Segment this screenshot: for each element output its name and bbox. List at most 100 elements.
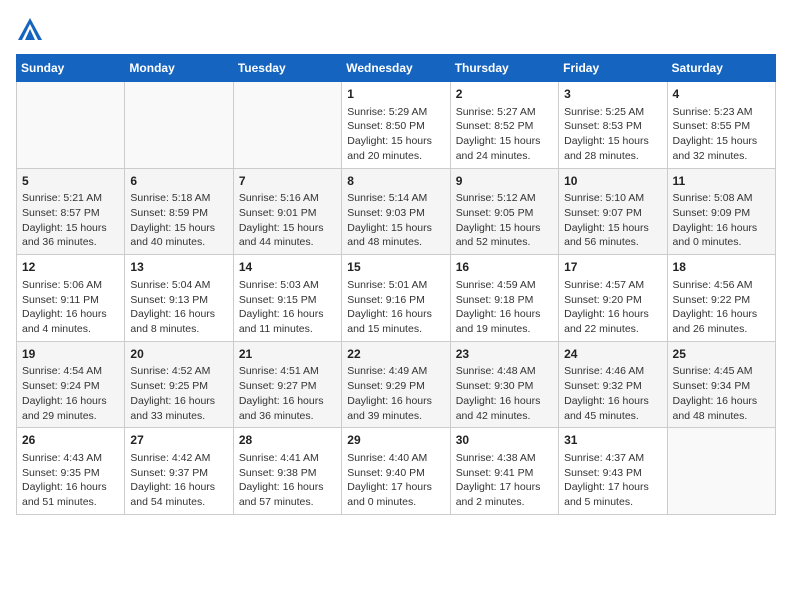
day-number: 24 — [564, 346, 661, 363]
calendar-cell: 28 Sunrise: 4:41 AM Sunset: 9:38 PM Dayli… — [233, 428, 341, 515]
day-number: 9 — [456, 173, 553, 190]
day-info: Sunrise: 4:59 AM Sunset: 9:18 PM Dayligh… — [456, 278, 553, 337]
calendar-cell: 11Sunrise: 5:08 AM Sunset: 9:09 PM Dayli… — [667, 168, 775, 255]
day-number: 3 — [564, 86, 661, 103]
calendar-cell: 16 Sunrise: 4:59 AM Sunset: 9:18 PM Dayli… — [450, 255, 558, 342]
day-info: Sunrise: 5:23 AM Sunset: 8:55 PM Dayligh… — [673, 105, 770, 164]
calendar-cell: 23Sunrise: 4:48 AM Sunset: 9:30 PM Dayli… — [450, 341, 558, 428]
calendar-cell: 24Sunrise: 4:46 AM Sunset: 9:32 PM Dayli… — [559, 341, 667, 428]
day-info: Sunrise: 4:37 AM Sunset: 9:43 PM Dayligh… — [564, 451, 661, 510]
day-number: 6 — [130, 173, 227, 190]
day-info: Sunrise: 4:45 AM Sunset: 9:34 PM Dayligh… — [673, 364, 770, 423]
day-header-thursday: Thursday — [450, 55, 558, 82]
day-info: Sunrise: 5:06 AM Sunset: 9:11 PM Dayligh… — [22, 278, 119, 337]
calendar-cell: 5Sunrise: 5:21 AM Sunset: 8:57 PM Daylig… — [17, 168, 125, 255]
day-number: 29 — [347, 432, 444, 449]
calendar-cell: 1Sunrise: 5:29 AM Sunset: 8:50 PM Daylig… — [342, 82, 450, 169]
calendar-week-row: 12 Sunrise: 5:06 AM Sunset: 9:11 PM Dayli… — [17, 255, 776, 342]
day-info: Sunrise: 5:16 AM Sunset: 9:01 PM Dayligh… — [239, 191, 336, 250]
day-number: 20 — [130, 346, 227, 363]
calendar-cell: 6Sunrise: 5:18 AM Sunset: 8:59 PM Daylig… — [125, 168, 233, 255]
day-info: Sunrise: 5:27 AM Sunset: 8:52 PM Dayligh… — [456, 105, 553, 164]
calendar-cell — [17, 82, 125, 169]
day-number: 22 — [347, 346, 444, 363]
day-number: 28 — [239, 432, 336, 449]
day-number: 21 — [239, 346, 336, 363]
calendar-cell: 2Sunrise: 5:27 AM Sunset: 8:52 PM Daylig… — [450, 82, 558, 169]
day-info: Sunrise: 5:12 AM Sunset: 9:05 PM Dayligh… — [456, 191, 553, 250]
day-info: Sunrise: 4:41 AM Sunset: 9:38 PM Dayligh… — [239, 451, 336, 510]
calendar-cell — [233, 82, 341, 169]
day-info: Sunrise: 4:38 AM Sunset: 9:41 PM Dayligh… — [456, 451, 553, 510]
calendar-cell: 17 Sunrise: 4:57 AM Sunset: 9:20 PM Dayli… — [559, 255, 667, 342]
calendar-cell: 26Sunrise: 4:43 AM Sunset: 9:35 PM Dayli… — [17, 428, 125, 515]
day-number: 8 — [347, 173, 444, 190]
day-number: 12 — [22, 259, 119, 276]
calendar-cell — [125, 82, 233, 169]
day-header-sunday: Sunday — [17, 55, 125, 82]
day-number: 19 — [22, 346, 119, 363]
day-info: Sunrise: 5:03 AM Sunset: 9:15 PM Dayligh… — [239, 278, 336, 337]
calendar-cell: 7Sunrise: 5:16 AM Sunset: 9:01 PM Daylig… — [233, 168, 341, 255]
day-number: 16 — [456, 259, 553, 276]
calendar-table: SundayMondayTuesdayWednesdayThursdayFrid… — [16, 54, 776, 515]
day-info: Sunrise: 4:57 AM Sunset: 9:20 PM Dayligh… — [564, 278, 661, 337]
day-header-tuesday: Tuesday — [233, 55, 341, 82]
day-info: Sunrise: 5:14 AM Sunset: 9:03 PM Dayligh… — [347, 191, 444, 250]
day-number: 11 — [673, 173, 770, 190]
day-number: 14 — [239, 259, 336, 276]
day-info: Sunrise: 5:08 AM Sunset: 9:09 PM Dayligh… — [673, 191, 770, 250]
day-number: 7 — [239, 173, 336, 190]
day-info: Sunrise: 5:01 AM Sunset: 9:16 PM Dayligh… — [347, 278, 444, 337]
day-header-friday: Friday — [559, 55, 667, 82]
day-number: 4 — [673, 86, 770, 103]
calendar-cell: 10Sunrise: 5:10 AM Sunset: 9:07 PM Dayli… — [559, 168, 667, 255]
day-number: 31 — [564, 432, 661, 449]
day-number: 25 — [673, 346, 770, 363]
calendar-cell: 21Sunrise: 4:51 AM Sunset: 9:27 PM Dayli… — [233, 341, 341, 428]
calendar-cell: 3 Sunrise: 5:25 AM Sunset: 8:53 PM Daylig… — [559, 82, 667, 169]
day-info: Sunrise: 4:46 AM Sunset: 9:32 PM Dayligh… — [564, 364, 661, 423]
calendar-cell: 8Sunrise: 5:14 AM Sunset: 9:03 PM Daylig… — [342, 168, 450, 255]
day-number: 5 — [22, 173, 119, 190]
day-info: Sunrise: 4:52 AM Sunset: 9:25 PM Dayligh… — [130, 364, 227, 423]
day-info: Sunrise: 4:40 AM Sunset: 9:40 PM Dayligh… — [347, 451, 444, 510]
calendar-cell: 31 Sunrise: 4:37 AM Sunset: 9:43 PM Dayli… — [559, 428, 667, 515]
day-info: Sunrise: 4:43 AM Sunset: 9:35 PM Dayligh… — [22, 451, 119, 510]
logo — [16, 16, 48, 44]
calendar-cell: 14 Sunrise: 5:03 AM Sunset: 9:15 PM Dayli… — [233, 255, 341, 342]
calendar-cell: 4 Sunrise: 5:23 AM Sunset: 8:55 PM Daylig… — [667, 82, 775, 169]
calendar-cell: 30Sunrise: 4:38 AM Sunset: 9:41 PM Dayli… — [450, 428, 558, 515]
day-info: Sunrise: 4:48 AM Sunset: 9:30 PM Dayligh… — [456, 364, 553, 423]
day-info: Sunrise: 4:51 AM Sunset: 9:27 PM Dayligh… — [239, 364, 336, 423]
day-info: Sunrise: 4:56 AM Sunset: 9:22 PM Dayligh… — [673, 278, 770, 337]
calendar-cell — [667, 428, 775, 515]
day-info: Sunrise: 5:10 AM Sunset: 9:07 PM Dayligh… — [564, 191, 661, 250]
day-header-monday: Monday — [125, 55, 233, 82]
day-number: 17 — [564, 259, 661, 276]
calendar-cell: 9Sunrise: 5:12 AM Sunset: 9:05 PM Daylig… — [450, 168, 558, 255]
calendar-cell: 19Sunrise: 4:54 AM Sunset: 9:24 PM Dayli… — [17, 341, 125, 428]
calendar-cell: 25Sunrise: 4:45 AM Sunset: 9:34 PM Dayli… — [667, 341, 775, 428]
calendar-cell: 13 Sunrise: 5:04 AM Sunset: 9:13 PM Dayli… — [125, 255, 233, 342]
day-info: Sunrise: 5:04 AM Sunset: 9:13 PM Dayligh… — [130, 278, 227, 337]
day-number: 10 — [564, 173, 661, 190]
calendar-header-row: SundayMondayTuesdayWednesdayThursdayFrid… — [17, 55, 776, 82]
day-number: 27 — [130, 432, 227, 449]
day-info: Sunrise: 4:49 AM Sunset: 9:29 PM Dayligh… — [347, 364, 444, 423]
day-header-saturday: Saturday — [667, 55, 775, 82]
calendar-week-row: 19Sunrise: 4:54 AM Sunset: 9:24 PM Dayli… — [17, 341, 776, 428]
calendar-week-row: 26Sunrise: 4:43 AM Sunset: 9:35 PM Dayli… — [17, 428, 776, 515]
calendar-cell: 22Sunrise: 4:49 AM Sunset: 9:29 PM Dayli… — [342, 341, 450, 428]
day-info: Sunrise: 5:25 AM Sunset: 8:53 PM Dayligh… — [564, 105, 661, 164]
day-info: Sunrise: 5:18 AM Sunset: 8:59 PM Dayligh… — [130, 191, 227, 250]
calendar-cell: 18Sunrise: 4:56 AM Sunset: 9:22 PM Dayli… — [667, 255, 775, 342]
day-number: 13 — [130, 259, 227, 276]
day-header-wednesday: Wednesday — [342, 55, 450, 82]
calendar-cell: 29 Sunrise: 4:40 AM Sunset: 9:40 PM Dayli… — [342, 428, 450, 515]
calendar-week-row: 5Sunrise: 5:21 AM Sunset: 8:57 PM Daylig… — [17, 168, 776, 255]
day-info: Sunrise: 4:42 AM Sunset: 9:37 PM Dayligh… — [130, 451, 227, 510]
day-info: Sunrise: 5:21 AM Sunset: 8:57 PM Dayligh… — [22, 191, 119, 250]
day-number: 23 — [456, 346, 553, 363]
calendar-week-row: 1Sunrise: 5:29 AM Sunset: 8:50 PM Daylig… — [17, 82, 776, 169]
